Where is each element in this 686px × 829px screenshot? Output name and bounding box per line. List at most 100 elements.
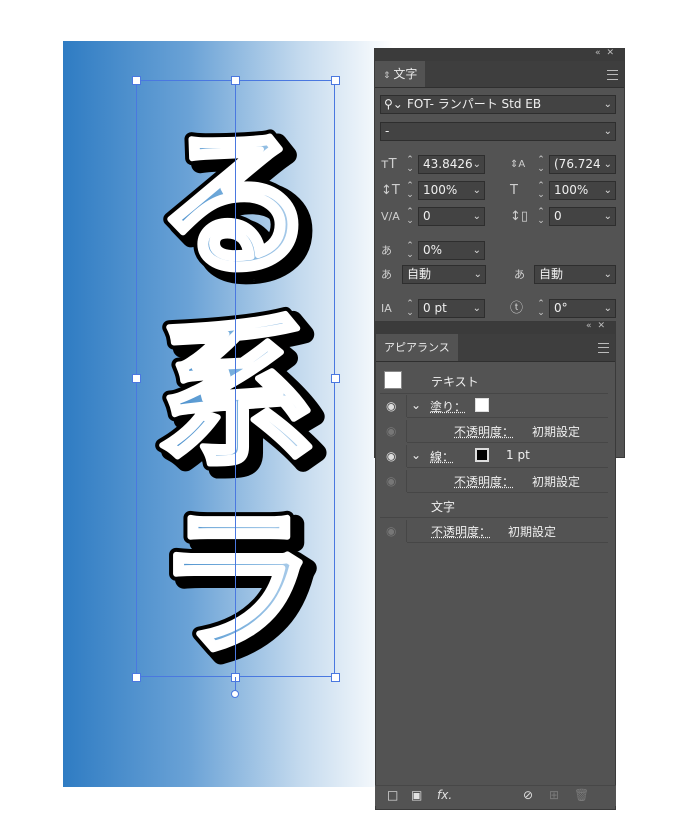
tracking-input[interactable]: 0 ⌄	[549, 207, 616, 226]
baseline-shift-value: 0 pt	[423, 301, 447, 315]
fill-swatch[interactable]	[475, 398, 489, 412]
eye-icon[interactable]: ◉	[386, 394, 400, 418]
rotate-handle-line	[235, 677, 236, 690]
font-size-stepper-icon[interactable]: ⌃ ⌄	[406, 156, 414, 174]
chevron-down-icon: ⌄	[603, 303, 612, 314]
chevron-down-icon: ⌄	[603, 269, 612, 280]
duplicate-item-icon[interactable]: ⊞	[549, 788, 559, 802]
character-row[interactable]: 文字	[380, 494, 608, 518]
fill-label[interactable]: 塗り：	[430, 398, 466, 415]
stroke-label[interactable]: 線：	[430, 448, 454, 465]
baseline-shift-input[interactable]: 0 pt ⌄	[418, 299, 485, 318]
kerning-input[interactable]: 0 ⌄	[418, 207, 485, 226]
stroke-row[interactable]: ⌄ 線： 1 pt	[407, 444, 608, 468]
clear-appearance-icon[interactable]: ⊘	[523, 788, 533, 802]
aki-left-icon: あ	[381, 268, 392, 281]
rotate-handle[interactable]	[231, 690, 239, 698]
stroke-swatch[interactable]	[475, 448, 489, 462]
stroke-opacity-row[interactable]: 不透明度： 初期設定	[407, 469, 608, 493]
horizontal-scale-input[interactable]: 100% ⌄	[549, 181, 616, 200]
handle-top-left[interactable]	[132, 76, 141, 85]
expand-chevron-icon[interactable]: ⌄	[411, 448, 421, 462]
handle-bottom-right[interactable]	[331, 673, 340, 682]
new-fill-icon[interactable]: ▣	[411, 788, 422, 802]
handle-top-right[interactable]	[331, 76, 340, 85]
opacity-label[interactable]: 不透明度：	[431, 523, 491, 540]
tracking-value: 0	[554, 209, 562, 223]
chevron-down-icon: ⌄	[472, 159, 481, 170]
vertical-scale-stepper-icon[interactable]: ⌃ ⌄	[406, 182, 414, 200]
chevron-down-icon: ⌄	[472, 303, 481, 314]
fill-opacity-value: 初期設定	[532, 425, 581, 439]
new-stroke-icon[interactable]: □	[387, 788, 398, 802]
font-size-icon: тT	[381, 157, 397, 172]
horizontal-scale-stepper-icon[interactable]: ⌃ ⌄	[537, 182, 545, 200]
stroke-opacity-value: 初期設定	[532, 475, 581, 489]
handle-middle-right[interactable]	[331, 374, 340, 383]
eye-icon[interactable]: ◉	[386, 469, 400, 493]
chevron-down-icon: ⌄	[603, 185, 612, 196]
panel-title-bar[interactable]: «✕	[375, 48, 624, 61]
chevron-down-icon: ⌄	[472, 245, 481, 256]
stroke-opacity-label[interactable]: 不透明度：	[454, 473, 514, 490]
character-rotation-value: 0°	[554, 301, 568, 315]
handle-middle-left[interactable]	[132, 374, 141, 383]
object-thumbnail	[384, 371, 402, 389]
appearance-footer: □ ▣ fx. ⊘ ⊞ 🗑	[375, 785, 616, 806]
appearance-title-bar[interactable]: «✕	[376, 321, 615, 334]
font-search-icon[interactable]: ⚲⌄	[384, 96, 403, 113]
opacity-value: 初期設定	[508, 525, 557, 539]
fill-opacity-row[interactable]: 不透明度： 初期設定	[407, 419, 608, 443]
eye-icon[interactable]: ◉	[386, 419, 400, 443]
vertical-scale-input[interactable]: 100% ⌄	[418, 181, 485, 200]
tab-character[interactable]: ⇕ 文字	[375, 61, 426, 87]
fill-opacity-label[interactable]: 不透明度：	[454, 423, 514, 440]
panel-menu-icon[interactable]	[607, 70, 618, 80]
aki-left-value: 自動	[407, 267, 432, 281]
tsume-stepper-icon[interactable]: ⌃ ⌄	[406, 242, 414, 260]
collapse-close-icons[interactable]: «✕	[595, 48, 620, 58]
fx-icon[interactable]: fx.	[437, 788, 452, 802]
tab-character-label: 文字	[393, 67, 418, 81]
appearance-object-row[interactable]: テキスト	[380, 368, 608, 394]
kerning-icon: V/A	[381, 210, 400, 223]
fill-row[interactable]: ⌄ 塗り：	[407, 394, 608, 418]
handle-top-center[interactable]	[231, 76, 240, 85]
vertical-scale-value: 100%	[423, 183, 458, 197]
panel-menu-icon[interactable]	[598, 343, 609, 353]
chevron-down-icon: ⌄	[603, 99, 612, 110]
aki-right-select[interactable]: 自動 ⌄	[534, 265, 616, 284]
stroke-weight-value[interactable]: 1 pt	[506, 448, 530, 462]
sort-arrows-icon: ⇕	[383, 71, 394, 81]
expand-chevron-icon[interactable]: ⌄	[411, 398, 421, 412]
character-rotation-stepper-icon[interactable]: ⌃ ⌄	[537, 300, 545, 318]
font-size-value: 43.8426	[423, 157, 473, 171]
handle-bottom-left[interactable]	[132, 673, 141, 682]
selection-center-line	[235, 80, 236, 677]
kerning-value: 0	[423, 209, 431, 223]
tracking-stepper-icon[interactable]: ⌃ ⌄	[537, 208, 545, 226]
tsume-value: 0%	[423, 243, 443, 257]
leading-input[interactable]: (76.724 ⌄	[549, 155, 616, 174]
leading-icon: ⇕A	[510, 159, 526, 170]
tsume-icon: あ	[381, 244, 392, 257]
chevron-down-icon: ⌄	[472, 185, 481, 196]
collapse-close-icons[interactable]: «✕	[586, 321, 611, 331]
baseline-shift-stepper-icon[interactable]: ⌃ ⌄	[406, 300, 414, 318]
object-type-label: テキスト	[431, 375, 479, 389]
aki-left-select[interactable]: 自動 ⌄	[402, 265, 486, 284]
delete-item-icon[interactable]: 🗑	[574, 788, 589, 802]
tab-appearance[interactable]: アピアランス	[376, 334, 458, 361]
font-size-input[interactable]: 43.8426 ⌄	[418, 155, 485, 174]
character-label: 文字	[431, 500, 456, 514]
leading-stepper-icon[interactable]: ⌃ ⌄	[537, 156, 545, 174]
tsume-input[interactable]: 0% ⌄	[418, 241, 485, 260]
eye-icon[interactable]: ◉	[386, 519, 400, 543]
font-style-select[interactable]: - ⌄	[380, 122, 616, 141]
eye-icon[interactable]: ◉	[386, 444, 400, 468]
baseline-shift-icon: IA	[381, 302, 392, 315]
kerning-stepper-icon[interactable]: ⌃ ⌄	[406, 208, 414, 226]
font-family-select[interactable]: ⚲⌄ FOT- ランパート Std EB ⌄	[380, 95, 616, 114]
character-rotation-input[interactable]: 0° ⌄	[549, 299, 616, 318]
object-opacity-row[interactable]: 不透明度： 初期設定	[407, 519, 608, 543]
